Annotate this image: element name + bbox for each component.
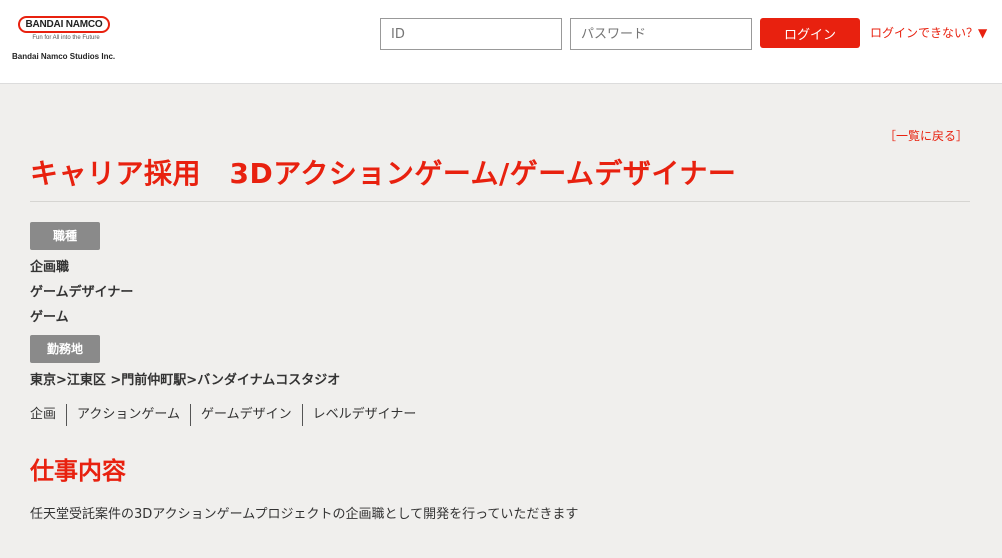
password-input[interactable]: [570, 18, 752, 50]
tag-item: アクションゲーム: [66, 404, 190, 426]
job-type-badge: 職種: [30, 222, 100, 250]
job-type-value: ゲームデザイナー: [30, 285, 134, 300]
page-title: キャリア採用 3Dアクションゲーム/ゲームデザイナー: [30, 157, 737, 190]
tag-list: 企画 アクションゲーム ゲームデザイン レベルデザイナー: [30, 403, 426, 427]
login-button[interactable]: ログイン: [760, 18, 860, 48]
id-input[interactable]: [380, 18, 562, 50]
job-description-heading: 仕事内容: [30, 457, 126, 485]
job-type-value: ゲーム: [30, 310, 69, 325]
logo-wordmark: BANDAI NAMCO: [18, 16, 110, 33]
company-name: Bandai Namco Studios Inc.: [12, 52, 116, 61]
job-description-text: 任天堂受託案件の3Dアクションゲームプロジェクトの企画職として開発を行っていただ…: [30, 507, 579, 522]
job-type-value: 企画職: [30, 260, 70, 275]
tag-item: 企画: [30, 407, 57, 422]
location-value: 東京>江東区 >門前仲町駅>バンダイナムコスタジオ: [30, 373, 341, 388]
tag-item: ゲームデザイン: [189, 404, 302, 426]
title-divider: [30, 201, 970, 202]
login-help-link[interactable]: ログインできない？▼: [870, 24, 987, 41]
site-header: BANDAI NAMCO Fun for All into the Future…: [0, 0, 1002, 84]
tag-item: レベルデザイナー: [301, 404, 427, 426]
location-badge: 勤務地: [30, 335, 100, 363]
logo-tagline: Fun for All into the Future: [32, 35, 100, 41]
back-to-list-link[interactable]: ［一覧に戻る］: [884, 127, 968, 144]
